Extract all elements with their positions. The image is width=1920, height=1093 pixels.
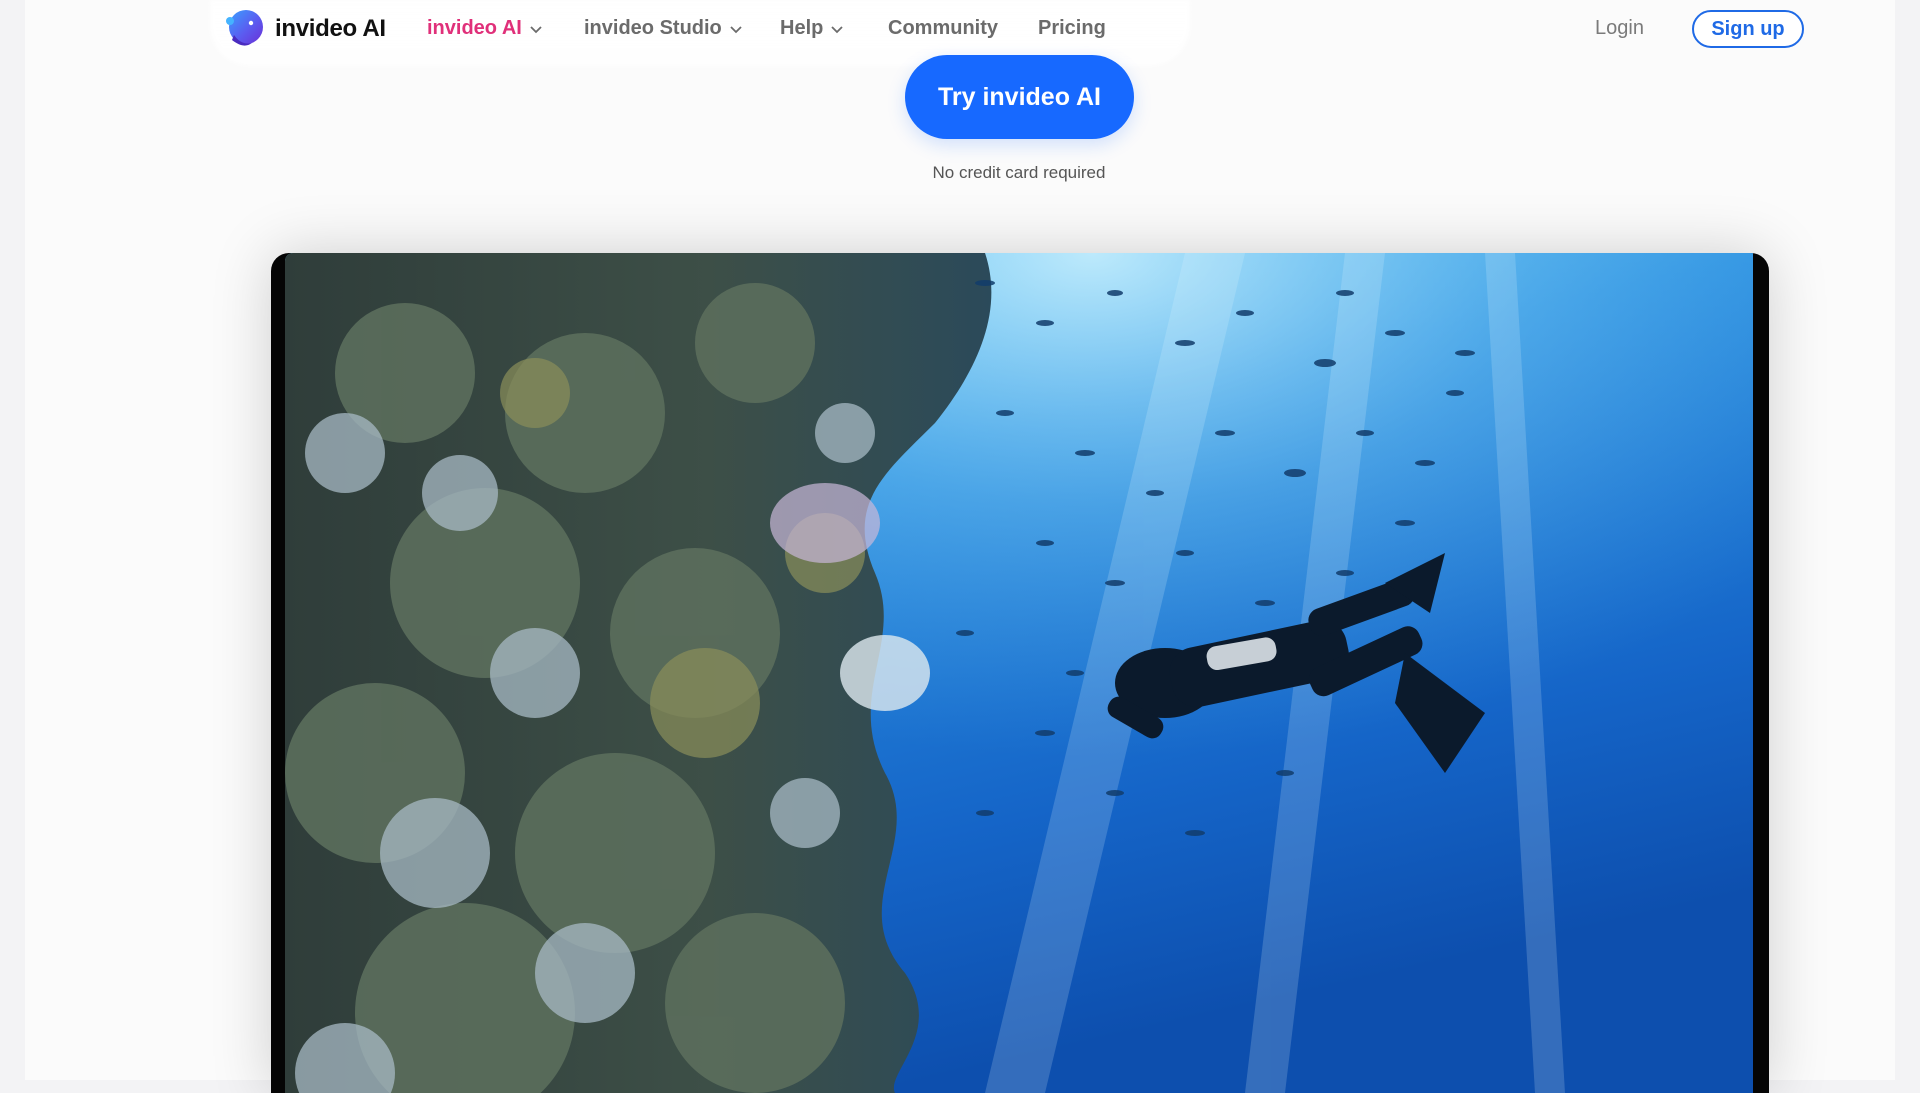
brand-name: invideo AI xyxy=(275,15,386,42)
video-frame-underwater xyxy=(285,253,1753,1093)
top-navigation: invideo AI invideo AI invideo Studio Hel… xyxy=(0,0,1920,66)
chevron-down-icon xyxy=(730,25,742,33)
underwater-scene-image xyxy=(285,253,1753,1093)
try-invideo-ai-button[interactable]: Try invideo AI xyxy=(905,55,1134,139)
nav-item-invideo-ai[interactable]: invideo AI xyxy=(427,17,542,40)
nav-item-label: Community xyxy=(888,17,998,39)
nav-item-label: Help xyxy=(780,17,824,39)
nav-item-community[interactable]: Community xyxy=(888,17,998,40)
nav-item-label: invideo AI xyxy=(427,17,522,39)
chevron-down-icon xyxy=(831,25,843,33)
nav-item-label: Pricing xyxy=(1038,17,1106,39)
invideo-logo-icon xyxy=(226,10,263,46)
login-link[interactable]: Login xyxy=(1595,17,1644,40)
brand-logo[interactable]: invideo AI xyxy=(222,6,386,52)
nav-item-label: invideo Studio xyxy=(584,17,722,39)
video-player[interactable] xyxy=(271,253,1769,1093)
signup-button[interactable]: Sign up xyxy=(1692,10,1804,48)
nav-item-invideo-studio[interactable]: invideo Studio xyxy=(584,17,742,40)
nav-item-help[interactable]: Help xyxy=(780,17,843,40)
nav-item-pricing[interactable]: Pricing xyxy=(1038,17,1106,40)
no-credit-card-note: No credit card required xyxy=(932,163,1106,182)
chevron-down-icon xyxy=(530,25,542,33)
